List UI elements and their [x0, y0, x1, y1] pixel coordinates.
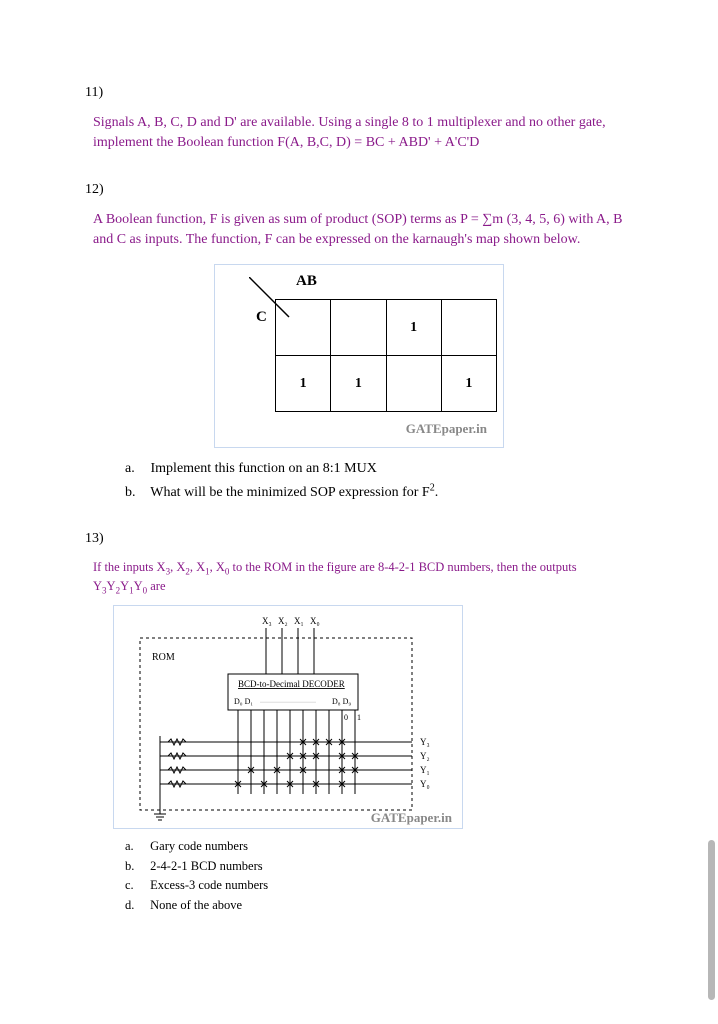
decoder-d-left: D₀ D₁	[234, 697, 253, 706]
q13-option-d: d. None of the above	[125, 896, 633, 915]
rom-output-y0: Y₀	[420, 779, 430, 789]
rom-bit-0: 0	[344, 713, 348, 722]
rom-output-y3: Y₃	[420, 737, 430, 747]
q13-option-b: b. 2-4-2-1 BCD numbers	[125, 857, 633, 876]
q12-text: A Boolean function, F is given as sum of…	[85, 210, 633, 251]
q12-b-label: b.	[125, 482, 147, 504]
q13-d-label: d.	[125, 896, 147, 915]
question-13: 13) If the inputs X3, X2, X1, X0 to the …	[85, 531, 633, 915]
kmap-cell-0-2: 1	[386, 300, 441, 356]
kmap-cell-1-3: 1	[441, 356, 496, 412]
q12-part-b: b. What will be the minimized SOP expres…	[125, 480, 633, 503]
rom-input-x1: X₁	[294, 616, 304, 626]
kmap-cell-0-0	[276, 300, 331, 356]
kmap-figure: AB C 1 1 1 1	[214, 264, 504, 448]
rom-diagram: X₃ X₂ X₁ X₀ ROM BCD-to-Decimal DECODER D…	[120, 614, 455, 824]
rom-label: ROM	[152, 652, 175, 663]
q13-a-label: a.	[125, 837, 147, 856]
q13-c-text: Excess-3 code numbers	[150, 878, 268, 892]
rom-bit-1: 1	[357, 713, 361, 722]
q13-number: 13)	[85, 531, 633, 547]
page-content: 11) Signals A, B, C, D and D' are availa…	[0, 0, 718, 983]
decoder-dots: ····························	[260, 700, 316, 706]
q12-a-label: a.	[125, 458, 147, 480]
rom-input-x2: X₂	[278, 616, 288, 626]
rom-output-y1: Y₁	[420, 765, 430, 775]
q13-d-text: None of the above	[150, 898, 242, 912]
q12-part-a: a. Implement this function on an 8:1 MUX	[125, 458, 633, 480]
question-12: 12) A Boolean function, F is given as su…	[85, 182, 633, 504]
kmap-grid: 1 1 1 1	[275, 299, 497, 412]
question-11: 11) Signals A, B, C, D and D' are availa…	[85, 85, 633, 154]
decoder-d-right: D₈ D₉	[332, 697, 351, 706]
kmap-watermark: GATEpaper.in	[406, 421, 487, 437]
q13-option-c: c. Excess-3 code numbers	[125, 876, 633, 895]
q12-b-text: What will be the minimized SOP expressio…	[150, 485, 438, 500]
rom-input-x3: X₃	[262, 616, 272, 626]
rom-watermark: GATEpaper.in	[371, 810, 452, 826]
q13-option-a: a. Gary code numbers	[125, 837, 633, 856]
rom-input-x0: X₀	[310, 616, 320, 626]
kmap-cell-1-2	[386, 356, 441, 412]
q13-b-text: 2-4-2-1 BCD numbers	[150, 859, 263, 873]
scrollbar-thumb[interactable]	[708, 840, 715, 1000]
rom-output-y2: Y₂	[420, 751, 430, 761]
q13-intro: If the inputs X3, X2, X1, X0 to the ROM …	[85, 559, 633, 597]
q12-number: 12)	[85, 182, 633, 198]
kmap-cell-0-3	[441, 300, 496, 356]
q13-a-text: Gary code numbers	[150, 839, 248, 853]
q11-text: Signals A, B, C, D and D' are available.…	[85, 113, 633, 154]
q13-c-label: c.	[125, 876, 147, 895]
kmap-cell-1-0: 1	[276, 356, 331, 412]
decoder-label: BCD-to-Decimal DECODER	[238, 679, 345, 689]
q11-number: 11)	[85, 85, 633, 101]
rom-figure: X₃ X₂ X₁ X₀ ROM BCD-to-Decimal DECODER D…	[113, 605, 463, 829]
q12-a-text: Implement this function on an 8:1 MUX	[151, 461, 377, 476]
kmap-cell-0-1	[331, 300, 386, 356]
kmap-cell-1-1: 1	[331, 356, 386, 412]
q13-b-label: b.	[125, 857, 147, 876]
